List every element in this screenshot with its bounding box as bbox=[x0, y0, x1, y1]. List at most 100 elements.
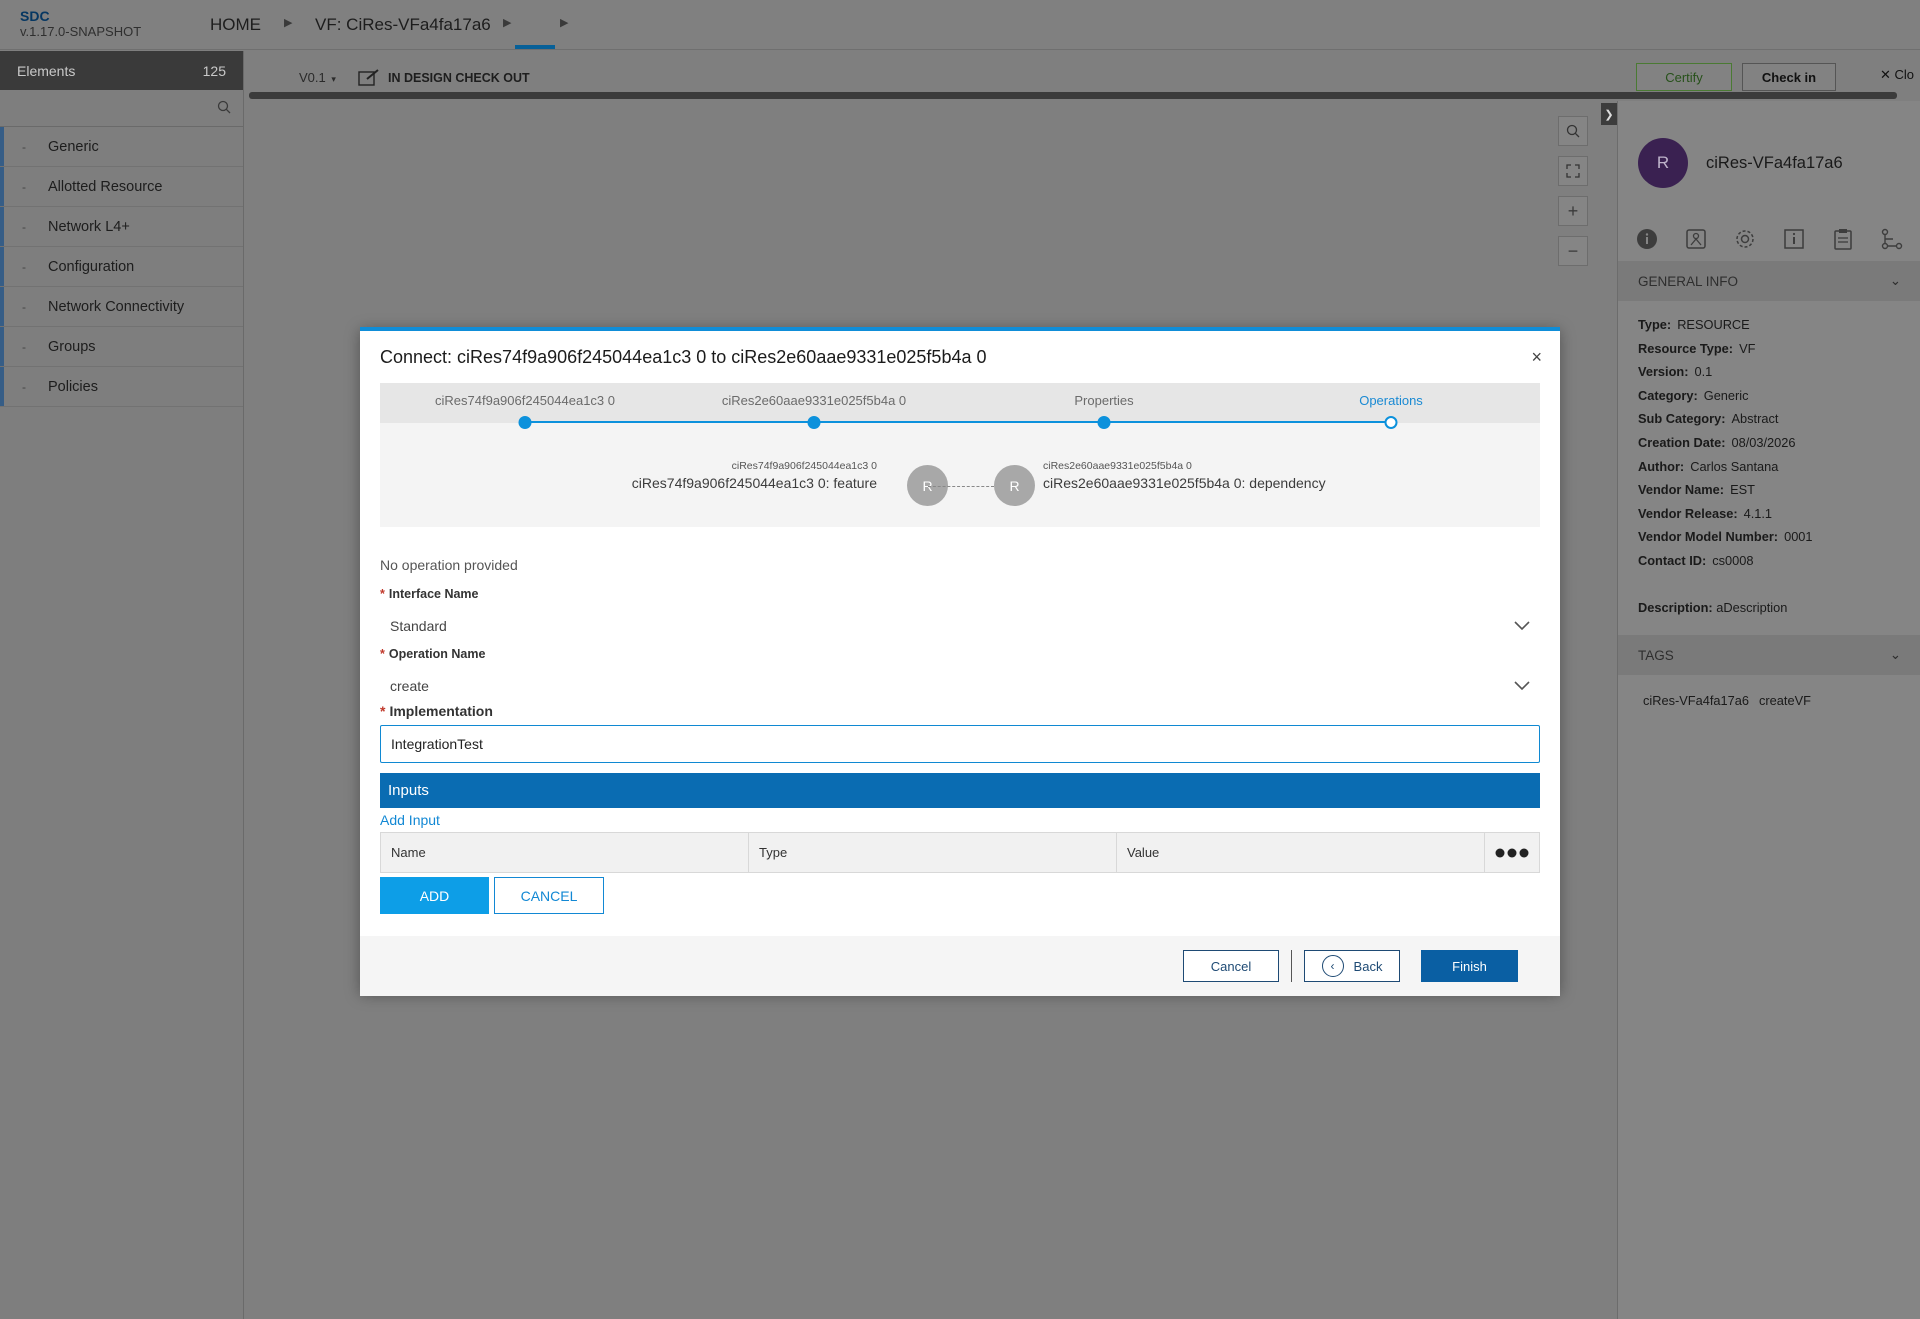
category-label: Policies bbox=[48, 378, 98, 395]
description-value: aDescription bbox=[1716, 600, 1788, 615]
info-row: Author: Carlos Santana bbox=[1638, 455, 1813, 479]
clipboard-icon[interactable] bbox=[1829, 225, 1857, 253]
collapse-icon: - bbox=[22, 299, 26, 314]
zoom-in-icon[interactable]: + bbox=[1558, 196, 1588, 226]
category-item[interactable]: - Network L4+ bbox=[0, 207, 243, 247]
tag: createVF bbox=[1759, 693, 1811, 708]
chevron-right-icon[interactable]: ▶ bbox=[560, 16, 568, 29]
category-item[interactable]: - Generic bbox=[0, 127, 243, 167]
info-icon[interactable] bbox=[1633, 225, 1661, 253]
implementation-input[interactable] bbox=[380, 725, 1540, 763]
certify-button[interactable]: Certify bbox=[1636, 63, 1732, 91]
info-label: Resource Type: bbox=[1638, 340, 1734, 356]
category-label: Network L4+ bbox=[48, 218, 130, 235]
tags-list: ciRes-VFa4fa17a6 createVF bbox=[1643, 693, 1821, 708]
description-label: Description: bbox=[1638, 600, 1713, 615]
app-name: SDC bbox=[20, 8, 50, 24]
cancel-input-button[interactable]: CANCEL bbox=[494, 877, 604, 914]
category-item[interactable]: - Configuration bbox=[0, 247, 243, 287]
info-label: Category: bbox=[1638, 387, 1698, 403]
back-button-label: Back bbox=[1353, 958, 1383, 974]
lifecycle-status: IN DESIGN CHECK OUT bbox=[358, 69, 530, 87]
chevron-right-icon[interactable]: ▶ bbox=[503, 16, 511, 29]
more-options-icon[interactable] bbox=[1485, 833, 1539, 872]
from-instance-name: ciRes74f9a906f245044ea1c3 0 bbox=[731, 460, 877, 472]
operation-name-select[interactable]: create bbox=[380, 670, 1540, 702]
resource-title: ciRes-VFa4fa17a6 bbox=[1706, 154, 1843, 172]
interface-name-select[interactable]: Standard bbox=[380, 610, 1540, 642]
back-button[interactable]: ‹ Back bbox=[1304, 950, 1400, 982]
column-header-value: Value bbox=[1117, 833, 1485, 872]
elements-count: 125 bbox=[202, 62, 226, 79]
hierarchy-icon[interactable] bbox=[1878, 225, 1906, 253]
wizard-step-properties[interactable]: Properties bbox=[1074, 393, 1133, 408]
version-select[interactable]: V0.1 ▾ bbox=[299, 70, 336, 85]
category-label: Network Connectivity bbox=[48, 298, 185, 315]
elements-palette: Elements 125 - Generic - Allotted Resource -… bbox=[0, 51, 244, 1319]
no-operation-text: No operation provided bbox=[380, 557, 518, 573]
collapse-icon: - bbox=[22, 139, 26, 154]
info-value: RESOURCE bbox=[1677, 317, 1750, 332]
info-label: Creation Date: bbox=[1638, 434, 1726, 450]
category-item[interactable]: - Allotted Resource bbox=[0, 167, 243, 207]
category-item[interactable]: - Network Connectivity bbox=[0, 287, 243, 327]
connection-wizard: ciRes74f9a906f245044ea1c3 0 ciRes2e60aae… bbox=[380, 383, 1540, 527]
breadcrumb-resource[interactable]: VF: CiRes-VFa4fa17a6 bbox=[315, 15, 491, 35]
collapse-icon: - bbox=[22, 179, 26, 194]
close-button[interactable]: ✕ Clo bbox=[1880, 67, 1914, 83]
horizontal-scrollbar[interactable] bbox=[249, 92, 1897, 99]
checkin-button[interactable]: Check in bbox=[1742, 63, 1836, 91]
add-input-link[interactable]: Add Input bbox=[380, 812, 440, 828]
tags-header[interactable]: TAGS ⌄ bbox=[1618, 635, 1920, 675]
info-row: Vendor Name: EST bbox=[1638, 478, 1813, 502]
to-node-icon: R bbox=[994, 465, 1035, 506]
info-row: Contact ID: cs0008 bbox=[1638, 549, 1813, 573]
fit-to-screen-icon[interactable] bbox=[1558, 156, 1588, 186]
info-row: Creation Date: 08/03/2026 bbox=[1638, 431, 1813, 455]
add-button[interactable]: ADD bbox=[380, 877, 489, 914]
canvas-zoom-tools: + − bbox=[1558, 116, 1588, 276]
cancel-button[interactable]: Cancel bbox=[1183, 950, 1279, 982]
general-info-header[interactable]: GENERAL INFO ⌄ bbox=[1618, 261, 1920, 301]
resource-avatar: R bbox=[1638, 138, 1688, 188]
description: Description: aDescription bbox=[1638, 600, 1787, 615]
elements-search-input[interactable] bbox=[0, 90, 243, 127]
wizard-dot-to bbox=[807, 416, 821, 429]
app-logo[interactable]: SDC v.1.17.0-SNAPSHOT bbox=[20, 8, 141, 40]
chevron-left-icon: ‹ bbox=[1321, 955, 1344, 977]
from-requirement: ciRes74f9a906f245044ea1c3 0: feature bbox=[631, 475, 877, 491]
gear-icon[interactable] bbox=[1731, 225, 1759, 253]
wizard-step-to[interactable]: ciRes2e60aae9331e025f5b4a 0 bbox=[722, 393, 906, 408]
finish-button[interactable]: Finish bbox=[1421, 950, 1518, 982]
composition-icon[interactable] bbox=[1682, 225, 1710, 253]
info-row: Resource Type: VF bbox=[1638, 337, 1813, 361]
close-icon[interactable]: × bbox=[1531, 347, 1542, 368]
properties-icon[interactable] bbox=[1780, 225, 1808, 253]
wizard-dot-operations bbox=[1384, 416, 1398, 429]
interface-name-label: * Interface Name bbox=[380, 587, 479, 601]
category-label: Groups bbox=[48, 338, 96, 355]
wizard-step-from[interactable]: ciRes74f9a906f245044ea1c3 0 bbox=[435, 393, 615, 408]
panel-collapse-icon[interactable]: ❯ bbox=[1601, 103, 1617, 125]
implementation-label: * Implementation bbox=[380, 703, 493, 719]
general-info-title: GENERAL INFO bbox=[1638, 273, 1739, 289]
lifecycle-status-text: IN DESIGN CHECK OUT bbox=[388, 71, 530, 85]
wizard-step-operations[interactable]: Operations bbox=[1359, 393, 1423, 408]
info-value: EST bbox=[1730, 482, 1755, 498]
info-row: Type: RESOURCE bbox=[1638, 313, 1813, 337]
chevron-down-icon bbox=[1514, 681, 1530, 691]
dialog-title: Connect: ciRes74f9a906f245044ea1c3 0 to … bbox=[380, 347, 987, 367]
category-item[interactable]: - Groups bbox=[0, 327, 243, 367]
search-icon[interactable] bbox=[1558, 116, 1588, 146]
info-label: Sub Category: bbox=[1638, 411, 1726, 427]
caret-down-icon: ▾ bbox=[331, 74, 336, 84]
info-label: Vendor Release: bbox=[1638, 505, 1738, 521]
search-icon[interactable] bbox=[217, 100, 231, 114]
operation-name-label-text: Operation Name bbox=[388, 647, 486, 661]
collapse-icon: - bbox=[22, 339, 26, 354]
zoom-out-icon[interactable]: − bbox=[1558, 236, 1588, 266]
category-item[interactable]: - Policies bbox=[0, 367, 243, 407]
collapse-icon: - bbox=[22, 219, 26, 234]
breadcrumb-home[interactable]: HOME bbox=[210, 15, 261, 35]
operation-name-label: * Operation Name bbox=[380, 647, 486, 661]
